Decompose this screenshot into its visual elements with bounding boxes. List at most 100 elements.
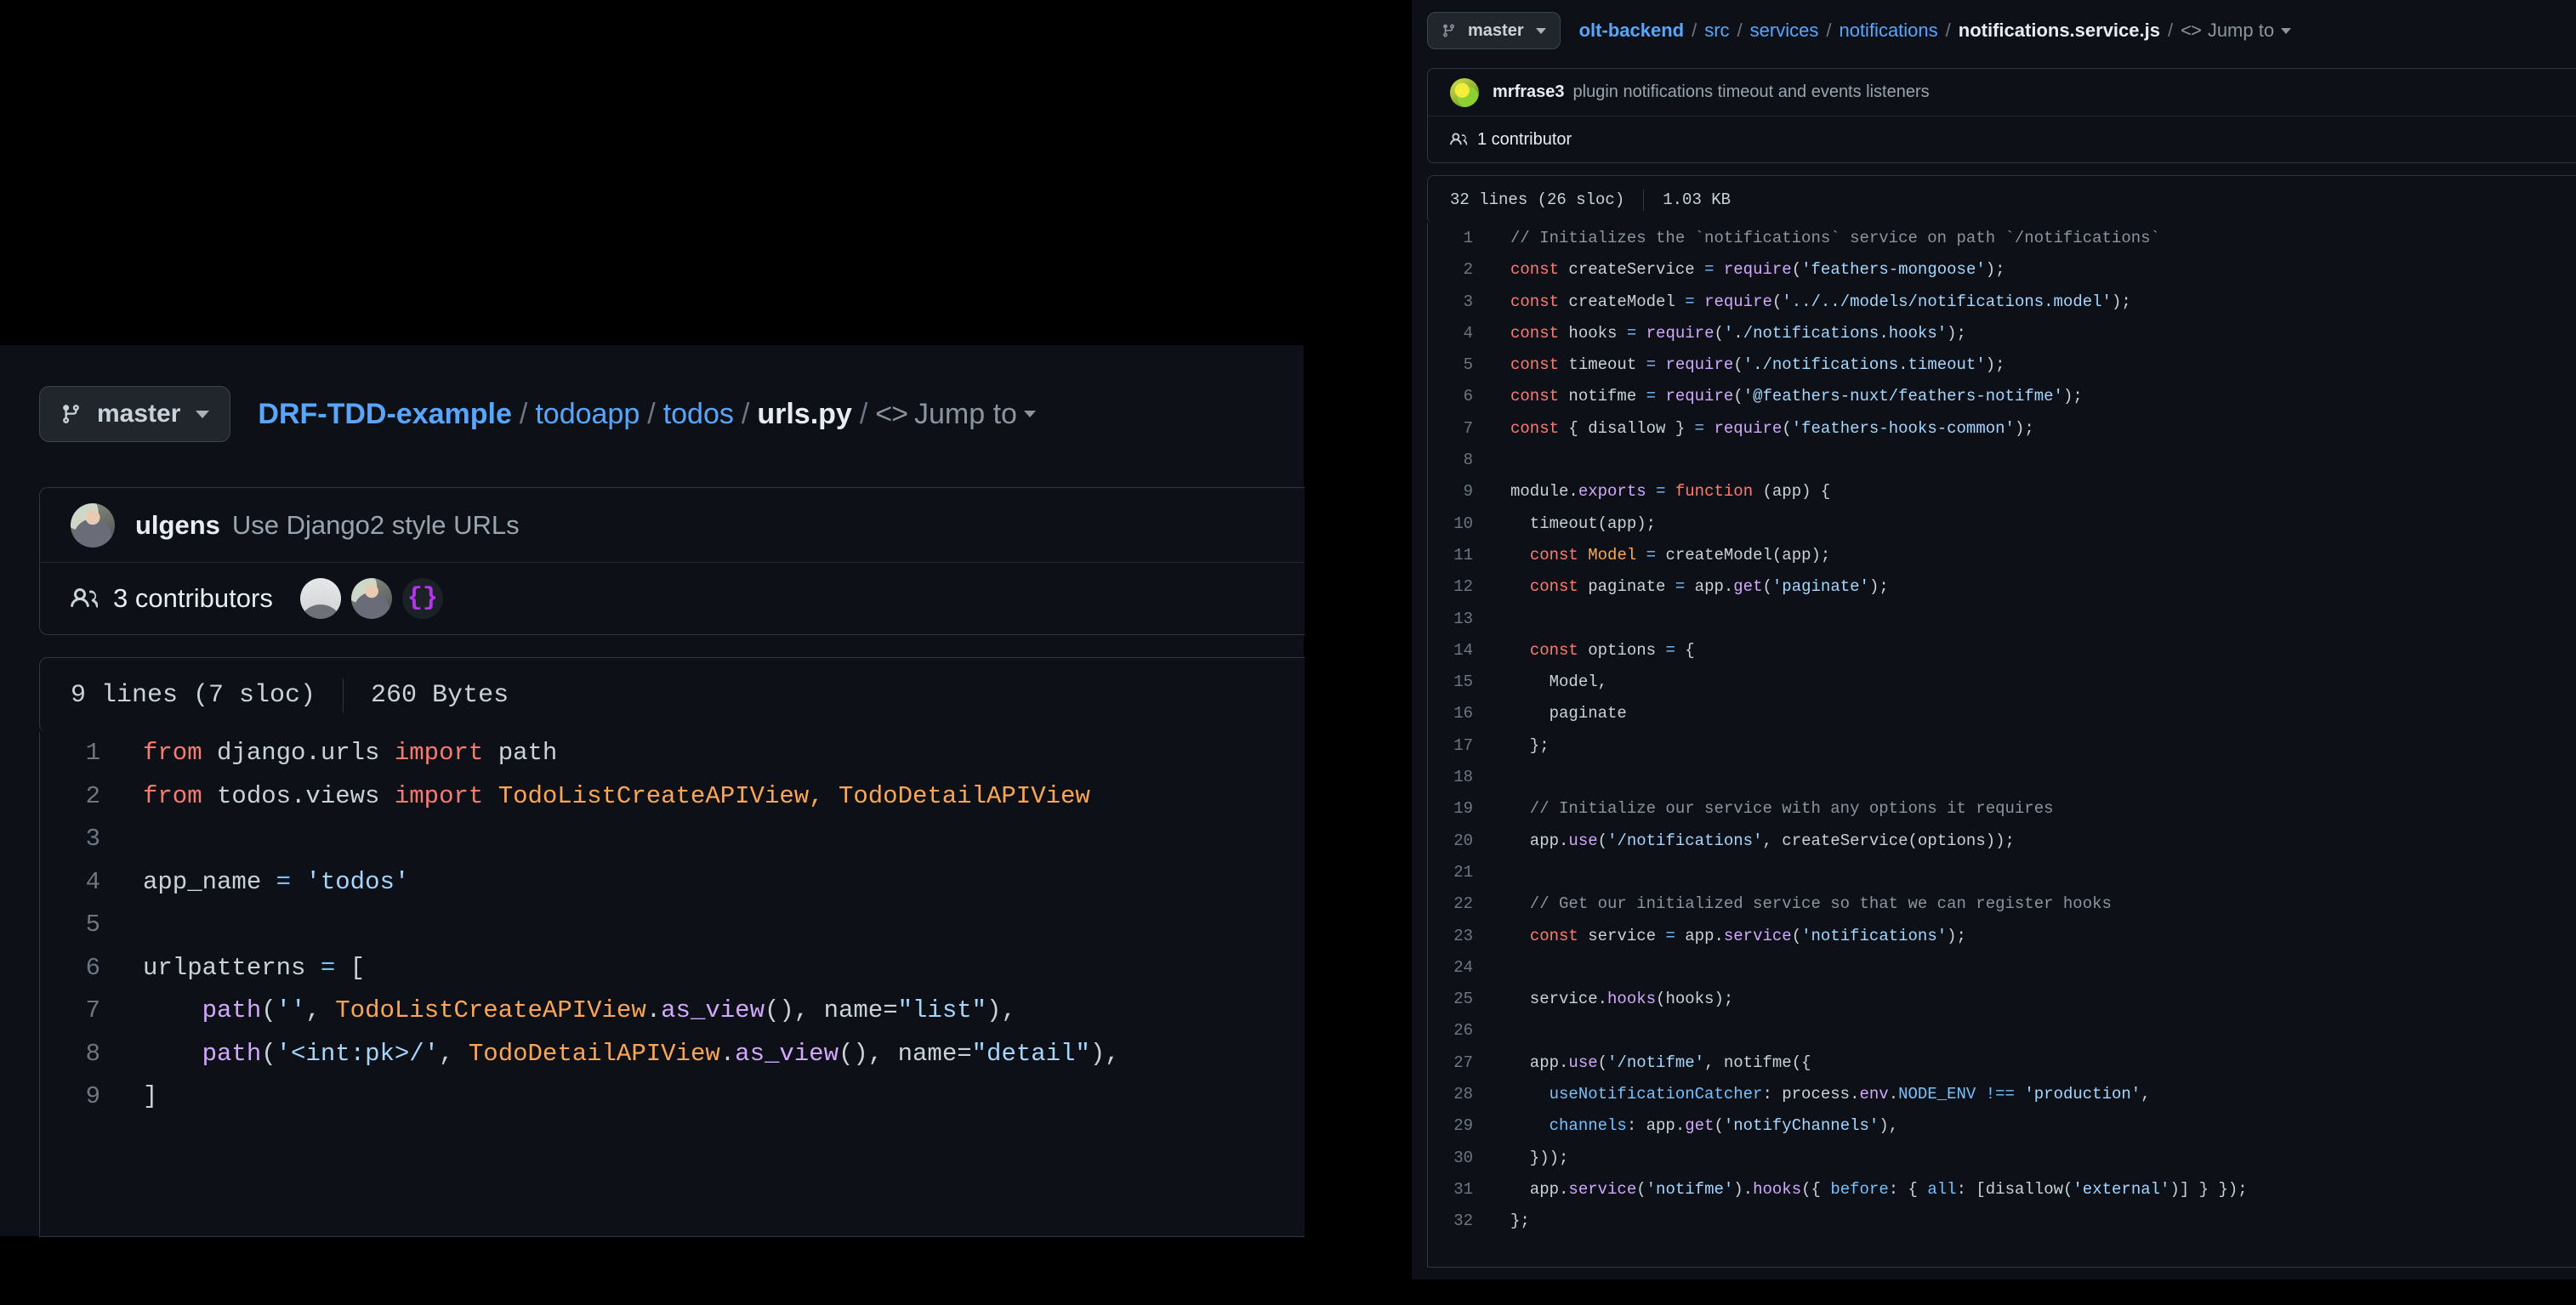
- code-line-content[interactable]: const paginate = app.get('paginate');: [1492, 571, 2576, 603]
- line-number[interactable]: 4: [1428, 318, 1492, 349]
- line-number[interactable]: 14: [1428, 635, 1492, 667]
- line-number[interactable]: 30: [1428, 1143, 1492, 1174]
- line-number[interactable]: 19: [1428, 793, 1492, 825]
- code-line-content[interactable]: const createService = require('feathers-…: [1492, 254, 2576, 286]
- breadcrumb-dir-todoapp[interactable]: todoapp: [535, 398, 640, 431]
- avatar[interactable]: [71, 502, 115, 548]
- code-line-content[interactable]: const timeout = require('./notifications…: [1492, 349, 2576, 381]
- line-number[interactable]: 7: [40, 990, 119, 1033]
- code-line-content[interactable]: app.service('notifme').hooks({ before: {…: [1492, 1174, 2576, 1206]
- line-number[interactable]: 23: [1428, 921, 1492, 952]
- code-line-content[interactable]: const Model = createModel(app);: [1492, 540, 2576, 571]
- line-number[interactable]: 4: [40, 861, 119, 905]
- line-number[interactable]: 3: [1428, 287, 1492, 318]
- breadcrumb-dir-todos[interactable]: todos: [663, 398, 734, 431]
- line-number[interactable]: 6: [1428, 381, 1492, 412]
- code-line-content[interactable]: channels: app.get('notifyChannels'),: [1492, 1110, 2576, 1142]
- line-number[interactable]: 12: [1428, 571, 1492, 603]
- line-number[interactable]: 32: [1428, 1206, 1492, 1237]
- commit-message[interactable]: plugin notifications timeout and events …: [1573, 82, 1930, 102]
- line-number[interactable]: 13: [1428, 604, 1492, 635]
- jump-to-button[interactable]: <> Jump to: [875, 398, 1036, 431]
- code-line-content[interactable]: [1492, 1015, 2576, 1047]
- breadcrumb-dir-notifications[interactable]: notifications: [1839, 20, 1937, 42]
- code-line-content[interactable]: app.use('/notifme', notifme({: [1492, 1047, 2576, 1079]
- line-number[interactable]: 31: [1428, 1174, 1492, 1206]
- commit-message[interactable]: Use Django2 style URLs: [232, 510, 520, 541]
- line-number[interactable]: 9: [40, 1075, 119, 1119]
- line-number[interactable]: 8: [40, 1033, 119, 1076]
- breadcrumb-dir-services[interactable]: services: [1750, 20, 1819, 42]
- code-line-content[interactable]: timeout(app);: [1492, 508, 2576, 540]
- avatar[interactable]: [299, 578, 341, 619]
- code-line-content[interactable]: path('<int:pk>/', TodoDetailAPIView.as_v…: [119, 1033, 1305, 1076]
- line-number[interactable]: 2: [40, 775, 119, 819]
- commit-author[interactable]: mrfrase3: [1493, 82, 1565, 102]
- code-line-content[interactable]: ]: [119, 1075, 1305, 1119]
- line-number[interactable]: 26: [1428, 1015, 1492, 1047]
- branch-selector-button[interactable]: master: [39, 386, 231, 442]
- code-line-content[interactable]: const createModel = require('../../model…: [1492, 287, 2576, 318]
- line-number[interactable]: 25: [1428, 984, 1492, 1015]
- code-line-content[interactable]: Model,: [1492, 667, 2576, 698]
- line-number[interactable]: 16: [1428, 698, 1492, 729]
- code-line-content[interactable]: const { disallow } = require('feathers-h…: [1492, 413, 2576, 445]
- code-line-content[interactable]: [1492, 762, 2576, 793]
- line-number[interactable]: 29: [1428, 1110, 1492, 1142]
- line-number[interactable]: 17: [1428, 730, 1492, 762]
- line-number[interactable]: 24: [1428, 952, 1492, 984]
- code-line-content[interactable]: [1492, 445, 2576, 476]
- code-line-content[interactable]: path('', TodoListCreateAPIView.as_view()…: [119, 990, 1305, 1033]
- code-line-content[interactable]: useNotificationCatcher: process.env.NODE…: [1492, 1079, 2576, 1110]
- code-line-content[interactable]: // Initialize our service with any optio…: [1492, 793, 2576, 825]
- jump-to-button[interactable]: <> Jump to: [2181, 20, 2292, 42]
- contributor-count-label[interactable]: 3 contributors: [113, 583, 273, 614]
- code-line-content[interactable]: [119, 818, 1305, 861]
- code-line-content[interactable]: // Get our initialized service so that w…: [1492, 888, 2576, 920]
- line-number[interactable]: 6: [40, 947, 119, 990]
- code-line-content[interactable]: const options = {: [1492, 635, 2576, 667]
- line-number[interactable]: 2: [1428, 254, 1492, 286]
- code-line-content[interactable]: }));: [1492, 1143, 2576, 1174]
- line-number[interactable]: 7: [1428, 413, 1492, 445]
- code-line-content[interactable]: };: [1492, 1206, 2576, 1237]
- avatar[interactable]: [350, 578, 392, 619]
- code-line-content[interactable]: const hooks = require('./notifications.h…: [1492, 318, 2576, 349]
- line-number[interactable]: 3: [40, 818, 119, 861]
- breadcrumb-repo[interactable]: olt-backend: [1579, 20, 1684, 42]
- contributor-count-label[interactable]: 1 contributor: [1477, 130, 1572, 150]
- line-number[interactable]: 5: [1428, 349, 1492, 381]
- line-number[interactable]: 28: [1428, 1079, 1492, 1110]
- line-number[interactable]: 10: [1428, 508, 1492, 540]
- code-line-content[interactable]: [1492, 604, 2576, 635]
- code-line-content[interactable]: module.exports = function (app) {: [1492, 476, 2576, 508]
- code-line-content[interactable]: [119, 904, 1305, 947]
- code-line-content[interactable]: const service = app.service('notificatio…: [1492, 921, 2576, 952]
- line-number[interactable]: 8: [1428, 445, 1492, 476]
- line-number[interactable]: 9: [1428, 476, 1492, 508]
- code-line-content[interactable]: service.hooks(hooks);: [1492, 984, 2576, 1015]
- code-line-content[interactable]: [1492, 857, 2576, 888]
- breadcrumb-dir-src[interactable]: src: [1704, 20, 1729, 42]
- avatar[interactable]: [1450, 77, 1479, 107]
- code-line-content[interactable]: paginate: [1492, 698, 2576, 729]
- code-line-content[interactable]: app.use('/notifications', createService(…: [1492, 826, 2576, 857]
- line-number[interactable]: 5: [40, 904, 119, 947]
- line-number[interactable]: 21: [1428, 857, 1492, 888]
- code-line-content[interactable]: from django.urls import path: [119, 732, 1305, 775]
- code-line-content[interactable]: };: [1492, 730, 2576, 762]
- line-number[interactable]: 1: [1428, 223, 1492, 254]
- breadcrumb-repo[interactable]: DRF-TDD-example: [258, 398, 511, 431]
- commit-author[interactable]: ulgens: [135, 510, 220, 541]
- line-number[interactable]: 22: [1428, 888, 1492, 920]
- code-line-content[interactable]: urlpatterns = [: [119, 947, 1305, 990]
- line-number[interactable]: 18: [1428, 762, 1492, 793]
- branch-selector-button[interactable]: master: [1427, 12, 1561, 49]
- line-number[interactable]: 11: [1428, 540, 1492, 571]
- code-line-content[interactable]: app_name = 'todos': [119, 861, 1305, 905]
- code-line-content[interactable]: [1492, 952, 2576, 984]
- code-line-content[interactable]: from todos.views import TodoListCreateAP…: [119, 775, 1305, 819]
- avatar[interactable]: {}: [401, 578, 443, 619]
- line-number[interactable]: 15: [1428, 667, 1492, 698]
- line-number[interactable]: 20: [1428, 826, 1492, 857]
